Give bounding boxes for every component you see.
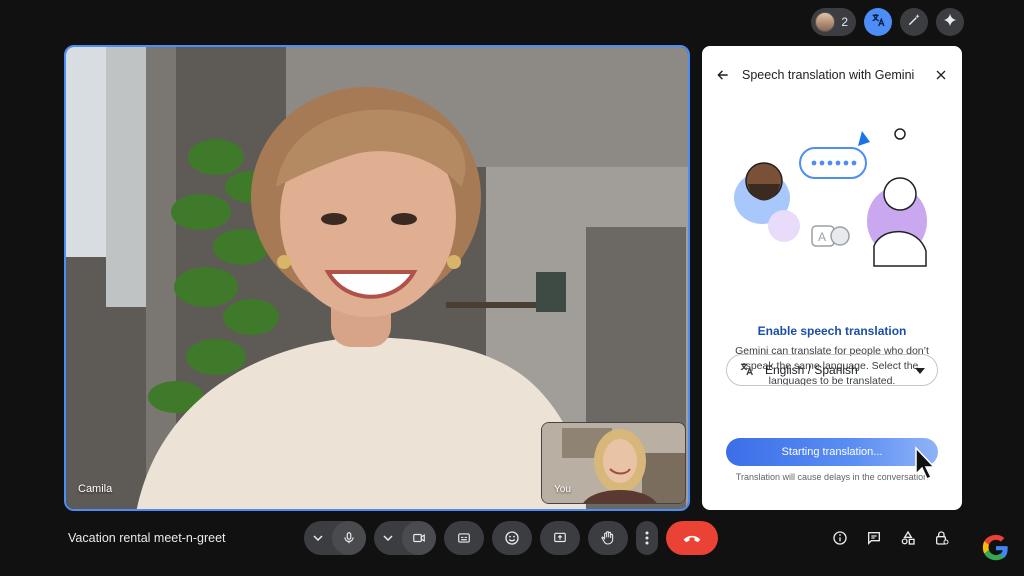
participant-avatar	[815, 12, 836, 32]
back-arrow-icon[interactable]	[714, 66, 732, 84]
present-button[interactable]	[540, 521, 580, 555]
raise-hand-icon	[601, 531, 614, 545]
video-options-button[interactable]	[374, 521, 402, 555]
panel-title: Speech translation with Gemini	[742, 68, 915, 82]
chevron-down-icon	[313, 535, 323, 541]
self-view-tile[interactable]: You	[541, 422, 686, 504]
meeting-title: Vacation rental meet-n-greet	[68, 531, 226, 545]
more-icon	[645, 531, 649, 545]
language-select[interactable]: English / Spanish	[726, 354, 938, 386]
self-name-label: You	[554, 484, 571, 495]
svg-text:A: A	[818, 230, 826, 244]
hangup-icon	[683, 535, 701, 543]
video-control-group	[374, 521, 436, 555]
top-controls: 2	[811, 8, 964, 36]
participant-count: 2	[841, 15, 848, 29]
more-options-button[interactable]	[636, 521, 658, 555]
mic-button[interactable]	[332, 521, 366, 555]
language-value: English / Spanish	[765, 363, 858, 377]
captions-icon	[458, 533, 470, 543]
host-controls-button[interactable]	[932, 527, 952, 549]
enable-heading: Enable speech translation	[757, 324, 907, 338]
leave-call-button[interactable]	[666, 521, 718, 555]
translate-icon	[739, 361, 755, 380]
call-controls	[304, 521, 718, 555]
raise-hand-button[interactable]	[588, 521, 628, 555]
chevron-down-icon	[383, 535, 393, 541]
info-icon	[833, 531, 847, 545]
translation-panel: Speech translation with Gemini A Enable …	[702, 46, 962, 510]
meeting-tools	[830, 527, 952, 549]
chat-button[interactable]	[864, 527, 884, 549]
start-translation-button[interactable]: Starting translation...	[726, 438, 938, 466]
translate-button[interactable]	[864, 8, 892, 36]
effects-button[interactable]	[900, 8, 928, 36]
activities-button[interactable]	[898, 527, 918, 549]
mic-icon	[344, 532, 354, 544]
gemini-button[interactable]	[936, 8, 964, 36]
audio-options-button[interactable]	[304, 521, 332, 555]
audio-control-group	[304, 521, 366, 555]
close-icon[interactable]	[932, 66, 950, 84]
dropdown-arrow-icon	[915, 363, 925, 377]
chat-icon	[868, 532, 880, 545]
participant-name: Camila	[78, 483, 113, 495]
host-controls-icon	[936, 531, 949, 545]
sparkle-icon	[943, 13, 957, 32]
activities-icon	[901, 530, 915, 545]
emoji-icon	[505, 531, 519, 545]
magic-wand-icon	[907, 13, 921, 32]
camera-button[interactable]	[402, 521, 436, 555]
mouse-cursor-icon	[915, 446, 936, 481]
participants-button[interactable]: 2	[811, 8, 856, 36]
present-icon	[554, 532, 566, 543]
translation-illustration: A	[734, 128, 927, 267]
meeting-details-button[interactable]	[830, 527, 850, 549]
translate-icon	[870, 12, 886, 33]
google-logo-icon	[982, 534, 1008, 561]
reactions-button[interactable]	[492, 521, 532, 555]
captions-button[interactable]	[444, 521, 484, 555]
panel-header: Speech translation with Gemini	[714, 64, 950, 86]
camera-icon	[413, 533, 425, 543]
